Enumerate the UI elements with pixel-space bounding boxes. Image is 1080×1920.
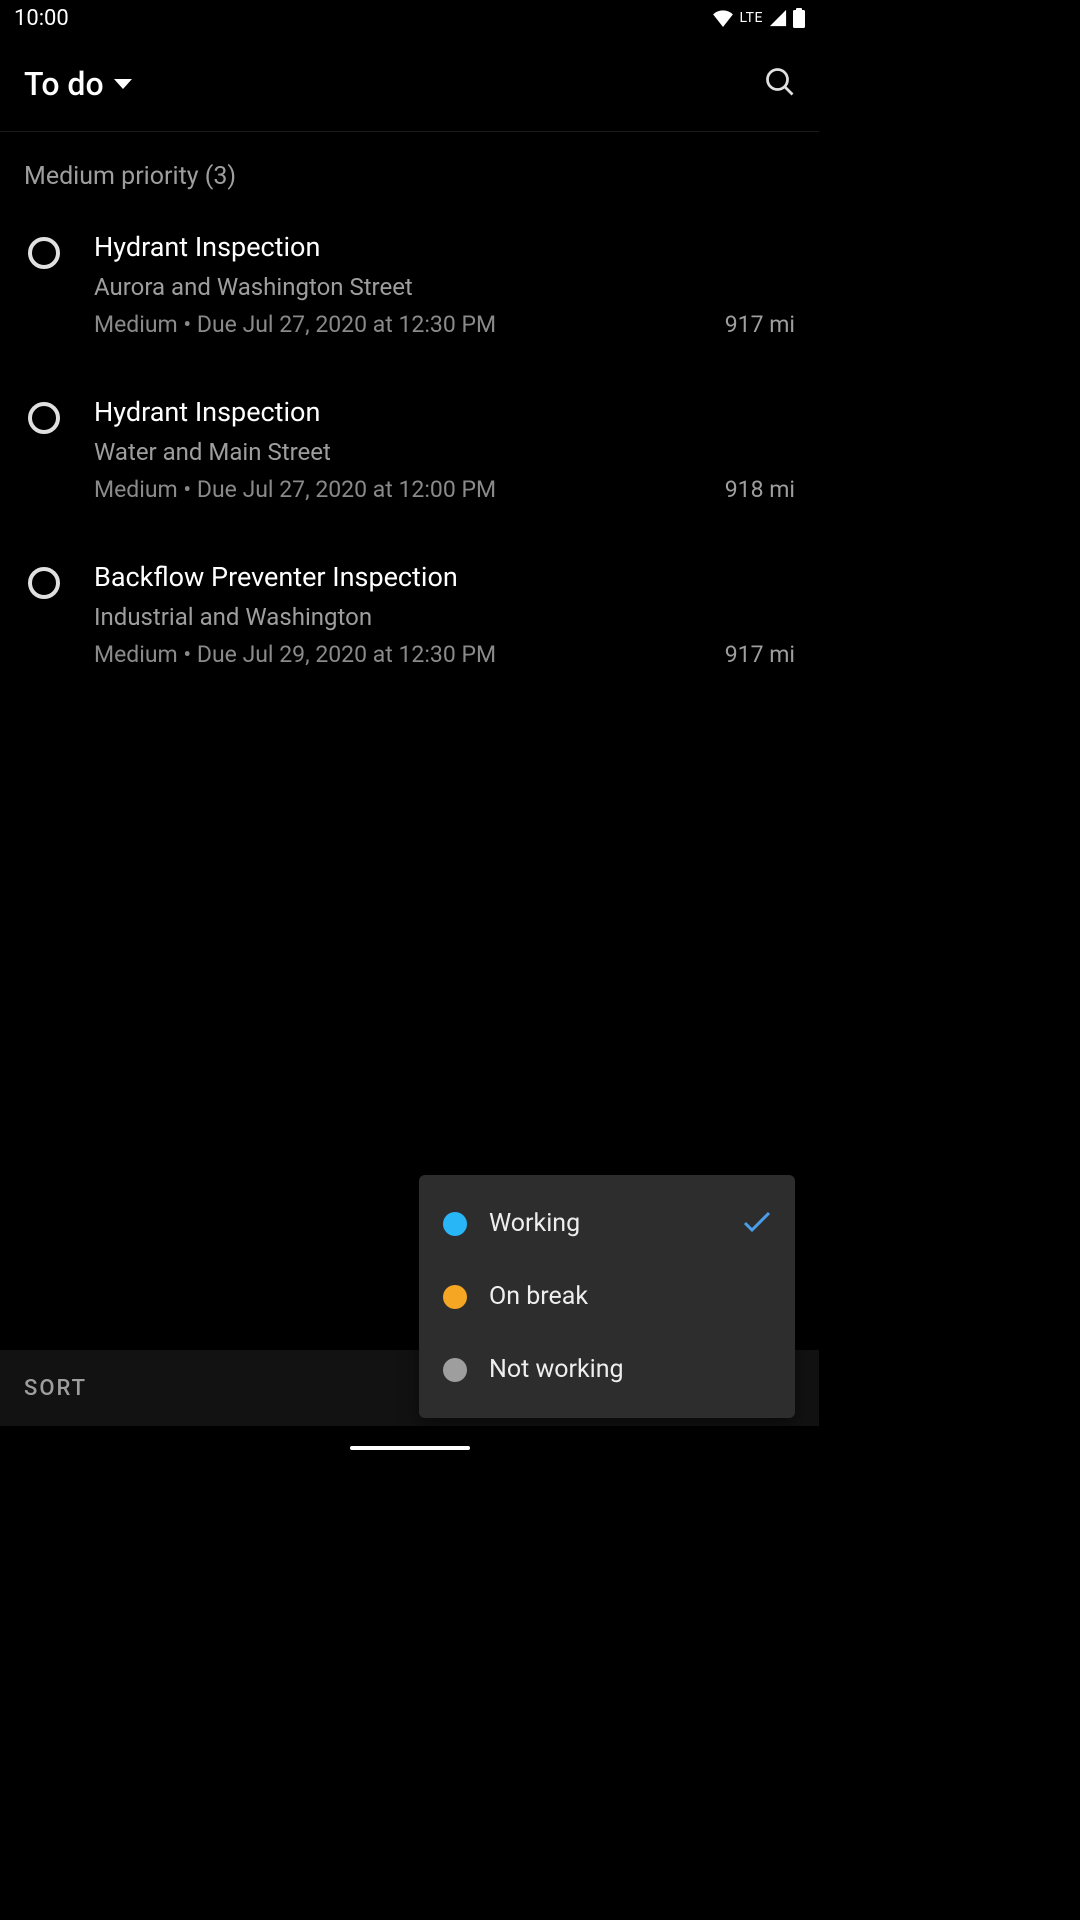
network-label: LTE	[740, 10, 763, 26]
task-meta-row: Medium • Due Jul 27, 2020 at 12:00 PM 91…	[94, 476, 795, 503]
task-meta: Medium • Due Jul 27, 2020 at 12:30 PM	[94, 311, 496, 338]
task-radio[interactable]	[28, 237, 60, 269]
app-bar: To do	[0, 36, 819, 132]
task-meta-row: Medium • Due Jul 27, 2020 at 12:30 PM 91…	[94, 311, 795, 338]
search-icon[interactable]	[765, 67, 795, 101]
task-location: Aurora and Washington Street	[94, 273, 795, 301]
task-title: Hydrant Inspection	[94, 231, 795, 263]
status-indicators: LTE	[712, 8, 805, 28]
task-body: Hydrant Inspection Aurora and Washington…	[94, 231, 795, 338]
wifi-icon	[712, 9, 734, 27]
status-dot-icon	[443, 1212, 467, 1236]
sort-button[interactable]: SORT	[24, 1376, 87, 1401]
status-option-on-break[interactable]: On break	[419, 1260, 795, 1333]
title-dropdown[interactable]: To do	[24, 65, 132, 103]
task-item[interactable]: Hydrant Inspection Water and Main Street…	[0, 362, 819, 527]
task-item[interactable]: Hydrant Inspection Aurora and Washington…	[0, 197, 819, 362]
status-menu: Working On break Not working	[419, 1175, 795, 1418]
task-title: Backflow Preventer Inspection	[94, 561, 795, 593]
task-distance: 917 mi	[725, 311, 795, 338]
status-option-label: Working	[489, 1209, 721, 1238]
check-icon	[743, 1211, 771, 1237]
task-title: Hydrant Inspection	[94, 396, 795, 428]
task-body: Backflow Preventer Inspection Industrial…	[94, 561, 795, 668]
status-option-working[interactable]: Working	[419, 1187, 795, 1260]
nav-handle[interactable]	[350, 1446, 470, 1450]
task-body: Hydrant Inspection Water and Main Street…	[94, 396, 795, 503]
task-meta: Medium • Due Jul 29, 2020 at 12:30 PM	[94, 641, 496, 668]
status-option-label: On break	[489, 1282, 771, 1311]
cell-signal-icon	[769, 9, 787, 27]
status-dot-icon	[443, 1285, 467, 1309]
task-location: Industrial and Washington	[94, 603, 795, 631]
status-dot-icon	[443, 1358, 467, 1382]
chevron-down-icon	[114, 79, 132, 89]
task-radio[interactable]	[28, 402, 60, 434]
task-list: Hydrant Inspection Aurora and Washington…	[0, 197, 819, 692]
page-title: To do	[24, 65, 104, 103]
task-radio[interactable]	[28, 567, 60, 599]
status-time: 10:00	[14, 6, 69, 31]
task-meta-row: Medium • Due Jul 29, 2020 at 12:30 PM 91…	[94, 641, 795, 668]
status-option-label: Not working	[489, 1355, 771, 1384]
task-distance: 917 mi	[725, 641, 795, 668]
status-option-not-working[interactable]: Not working	[419, 1333, 795, 1406]
task-meta: Medium • Due Jul 27, 2020 at 12:00 PM	[94, 476, 496, 503]
task-distance: 918 mi	[725, 476, 795, 503]
task-item[interactable]: Backflow Preventer Inspection Industrial…	[0, 527, 819, 692]
status-bar: 10:00 LTE	[0, 0, 819, 36]
section-header: Medium priority (3)	[0, 132, 819, 197]
battery-icon	[793, 8, 805, 28]
task-location: Water and Main Street	[94, 438, 795, 466]
